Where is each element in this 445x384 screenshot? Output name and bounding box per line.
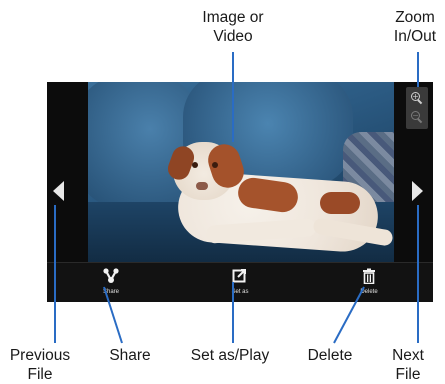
dog-eye — [212, 162, 218, 168]
callout-line-share — [103, 286, 123, 344]
delete-button[interactable]: Delete — [305, 263, 433, 302]
dog-nose — [196, 182, 208, 190]
set-as-button[interactable]: Set as — [176, 263, 304, 302]
delete-label: Delete — [360, 289, 378, 295]
zoom-in-plus: + — [412, 92, 419, 101]
dog-patch — [320, 192, 360, 214]
trash-icon — [363, 268, 375, 284]
previous-file-icon[interactable] — [53, 181, 64, 201]
callout-image-or-video: Image or Video — [202, 9, 264, 45]
callout-next-file: Next File — [392, 347, 424, 383]
callout-set-as-play: Set as/Play — [190, 347, 270, 364]
callout-delete: Delete — [307, 347, 353, 364]
set-as-label: Set as — [231, 289, 249, 295]
image-or-video[interactable] — [88, 82, 394, 262]
zoom-out-minus: − — [412, 111, 419, 120]
callout-line-zoom — [417, 52, 419, 87]
callout-line-previous — [54, 205, 56, 343]
callout-share: Share — [109, 347, 151, 364]
zoom-in-icon[interactable]: + — [409, 90, 425, 106]
zoom-controls: + − — [406, 87, 428, 129]
zoom-out-icon[interactable]: − — [409, 109, 425, 125]
next-file-icon[interactable] — [412, 181, 423, 201]
set-as-icon — [232, 269, 246, 283]
callout-line-set-as — [232, 282, 234, 343]
callout-zoom: Zoom In/Out — [393, 9, 437, 45]
callout-line-delete — [333, 286, 365, 344]
phone-screen: + − Share Set as Delete — [47, 82, 433, 302]
callout-previous-file: Previous File — [9, 347, 71, 383]
callout-line-image — [232, 52, 234, 142]
dog-eye — [192, 162, 198, 168]
callout-line-next — [417, 205, 419, 343]
share-icon — [103, 268, 119, 283]
